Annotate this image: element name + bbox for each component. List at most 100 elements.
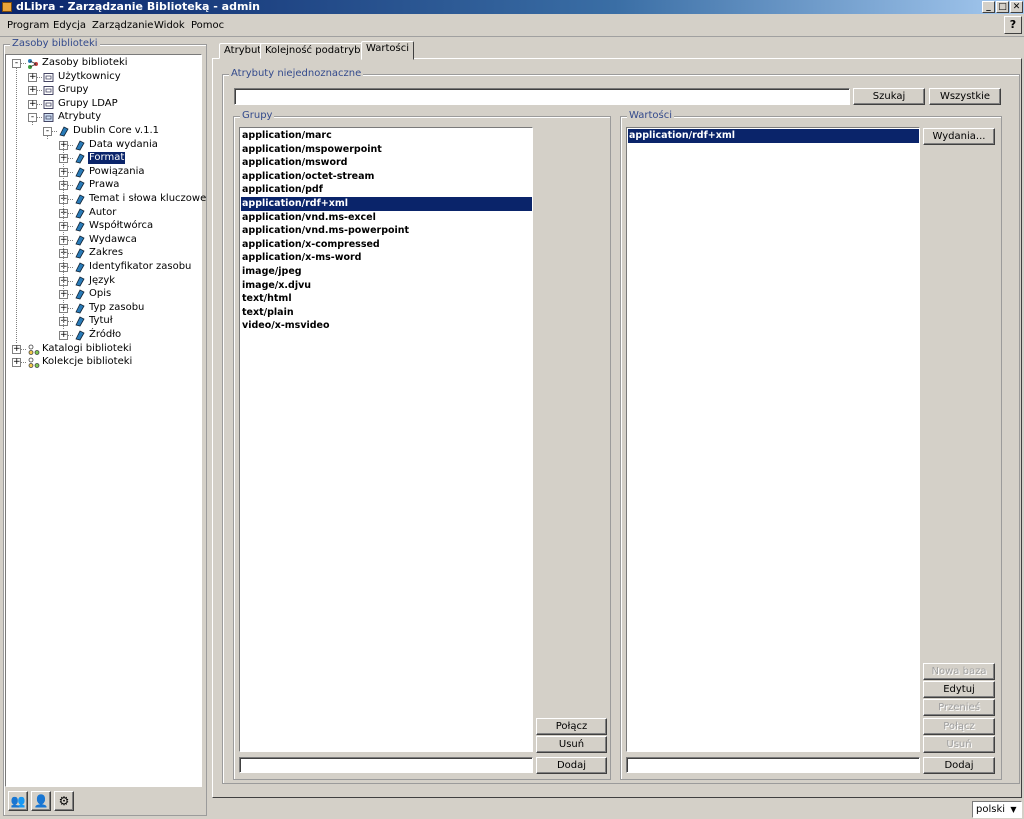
tree-item[interactable]: + Identyfikator zasobu [6,261,201,273]
language-select[interactable]: polski ▼ [972,801,1022,818]
resources-tree[interactable]: - Zasoby biblioteki + Użytkownicy + Grupy + Gru… [5,54,206,787]
tree-connector [68,185,73,187]
tree-item[interactable]: + Autor [6,207,201,219]
tree-item-label: Wydawca [89,233,137,245]
list-item[interactable]: application/rdf+xml [628,129,919,143]
list-item[interactable]: application/marc [241,129,532,143]
tree-connector [68,199,73,200]
menu-pomoc[interactable]: Pomoc [191,20,224,31]
tree-item[interactable]: + Kolekcje biblioteki [6,356,201,369]
tree-item[interactable]: - Dublin Core v.1.1 [6,125,201,137]
list-item[interactable]: application/rdf+xml [241,197,532,211]
expand-icon[interactable]: + [28,99,37,109]
folder-icon [43,72,54,83]
tree-item[interactable]: + Prawa [6,179,201,191]
list-item[interactable]: application/x-compressed [241,238,532,252]
groups-new-value-input[interactable] [239,757,533,773]
list-item[interactable]: application/vnd.ms-powerpoint [241,224,532,238]
tree-item[interactable]: + Grupy [6,84,201,96]
tree-item[interactable]: + Użytkownicy [6,71,201,83]
tree-item[interactable]: - Zasoby biblioteki [6,57,201,69]
move-button[interactable]: Przenieś [923,699,995,716]
menu-program[interactable]: Program [7,20,49,31]
editions-button[interactable]: Wydania... [923,128,995,145]
expand-icon[interactable]: + [12,344,21,354]
tree-item[interactable]: - Atrybuty [6,111,201,123]
help-icon[interactable]: ? [1004,16,1022,34]
tree-connector [68,335,73,336]
tree-item[interactable]: + Typ zasobu [6,302,201,314]
tree-item[interactable]: + Format [6,152,201,165]
expand-icon[interactable]: + [28,72,37,82]
groups-connect-button[interactable]: Połącz [536,718,607,735]
groups-list[interactable]: application/marc application/mspowerpoint… [239,127,533,752]
list-item[interactable]: image/x.djvu [241,279,532,293]
values-panel-title: Wartości [627,110,675,121]
tree-item[interactable]: + Źródło [6,329,201,341]
expand-icon[interactable]: + [28,86,37,96]
maximize-button[interactable]: □ [996,1,1009,13]
minimize-button[interactable]: _ [982,1,995,13]
edit-button[interactable]: Edytuj [923,681,995,698]
tree-item[interactable]: + Współtwórca [6,220,201,232]
tree-item[interactable]: + Zakres [6,247,201,259]
attribute-icon [74,235,85,246]
attribute-icon [74,140,85,151]
menu-widok[interactable]: Widok [154,20,185,31]
tab-wartosci[interactable]: Wartości [361,41,415,60]
search-input[interactable] [234,88,850,105]
attribute-icon [74,248,85,259]
expand-icon[interactable]: + [59,331,68,340]
list-item[interactable]: text/plain [241,306,532,320]
list-item[interactable]: text/html [241,292,532,306]
menu-zarzadzanie[interactable]: Zarządzanie [92,20,153,31]
list-item[interactable]: application/mspowerpoint [241,143,532,157]
tree-item[interactable]: + Opis [6,288,201,300]
tree-item[interactable]: + Temat i słowa kluczowe [6,193,206,205]
user-icon[interactable]: 👤 [31,791,51,811]
close-button[interactable]: ✕ [1010,1,1023,13]
menu-edycja[interactable]: Edycja [53,20,86,31]
language-value: polski [976,804,1006,815]
tree-item[interactable]: + Wydawca [6,234,201,246]
tree-item-label: Grupy LDAP [58,97,118,109]
tree-item[interactable]: + Katalogi biblioteki [6,343,201,355]
tree-connector [68,321,73,323]
tree-item-label: Grupy [58,84,89,96]
values-new-value-input[interactable] [626,757,920,773]
tree-item[interactable]: + Język [6,275,201,287]
search-button[interactable]: Szukaj [853,88,925,105]
new-base-button[interactable]: Nowa baza [923,663,995,680]
window-title: dLibra - Zarządzanie Biblioteką - admin [16,0,261,13]
list-item[interactable]: application/msword [241,156,532,170]
tree-item[interactable]: + Powiązania [6,166,201,178]
attribute-icon [58,126,69,137]
list-item[interactable]: application/octet-stream [241,170,532,184]
list-item[interactable]: image/jpeg [241,265,532,279]
tree-connector [16,66,17,343]
tree-item[interactable]: + Grupy LDAP [6,98,201,110]
show-all-button[interactable]: Wszystkie [929,88,1001,105]
tree-item[interactable]: + Data wydania [6,139,201,151]
list-item[interactable]: application/pdf [241,183,532,197]
values-list[interactable]: application/rdf+xml [626,127,920,752]
tree-item[interactable]: + Tytuł [6,315,201,327]
tree-connector [63,148,64,329]
tree-connector [47,134,48,139]
tree-item-label: Kolekcje biblioteki [42,356,133,368]
groups-remove-button[interactable]: Usuń [536,736,607,753]
list-item[interactable]: video/x-msvideo [241,319,532,333]
values-connect-button[interactable]: Połącz [923,718,995,735]
groups-add-button[interactable]: Dodaj [536,757,607,774]
attribute-icon [74,262,85,273]
tree-connector [68,267,73,268]
values-add-button[interactable]: Dodaj [923,757,995,774]
tools-icon[interactable]: ⚙ [54,791,74,811]
expand-icon[interactable]: + [12,358,21,368]
list-item[interactable]: application/vnd.ms-excel [241,211,532,225]
users-icon[interactable]: 👥 [8,791,28,811]
tree-connector [37,117,42,119]
list-item[interactable]: application/x-ms-word [241,251,532,265]
attribute-icon [74,208,85,219]
values-remove-button[interactable]: Usuń [923,736,995,753]
